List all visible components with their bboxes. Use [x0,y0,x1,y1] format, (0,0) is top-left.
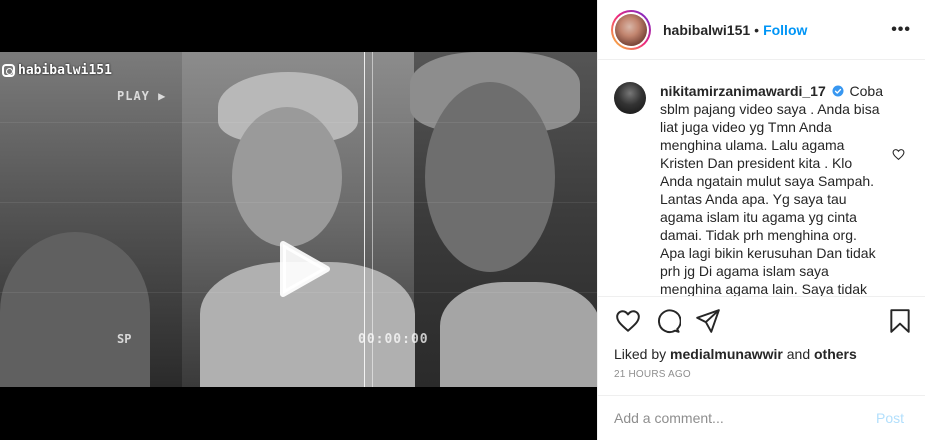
author-avatar-image [615,13,647,46]
action-icon-row [614,297,910,345]
play-button[interactable] [265,234,335,304]
comments-list[interactable]: nikitamirzanimawardi_17 Coba sblm pajang… [598,60,925,296]
watermark-text: habibalwi151 [18,63,112,78]
save-button[interactable] [886,307,914,335]
comment-like-button[interactable] [892,148,905,166]
author-avatar[interactable] [611,9,651,50]
share-icon [696,309,720,333]
post-header: habibalwi151 • Follow ••• [598,0,925,60]
video-figure-left [0,232,150,387]
play-icon [280,241,330,297]
heart-icon [616,310,640,332]
instagram-icon [2,64,15,77]
scan-line [0,202,597,203]
video-player[interactable]: habibalwi151 PLAY ▶ SP 00:00:00 [0,52,597,387]
more-options-button[interactable]: ••• [891,21,911,39]
commenter-avatar[interactable] [614,82,646,114]
like-button[interactable] [614,307,642,335]
comment-icon [658,309,681,334]
scan-line [0,122,597,123]
commenter-username[interactable]: nikitamirzanimawardi_17 [660,83,826,99]
add-comment-bar: Post [598,395,925,440]
vhs-play-label: PLAY ▶ [117,89,167,103]
header-separator: • [754,21,760,38]
liked-by-user[interactable]: medialmunawwir [670,346,783,362]
post-timestamp[interactable]: 21 HOURS AGO [614,369,910,380]
vhs-timecode: 00:00:00 [358,332,429,347]
video-figure-face [232,107,342,247]
bookmark-icon [890,309,910,333]
post-comment-button[interactable]: Post [876,410,904,426]
liked-by-prefix: Liked by [614,346,667,362]
comment-text: Coba sblm pajang video saya . Anda bisa … [660,83,883,296]
video-figure-body-right [440,282,597,387]
liked-by-others[interactable]: others [814,346,857,362]
follow-button[interactable]: Follow [763,22,807,38]
video-figure-face-right [425,82,555,272]
verified-badge-icon [832,85,844,97]
vhs-speed-label: SP [117,332,132,346]
share-button[interactable] [694,307,722,335]
author-username[interactable]: habibalwi151 [663,22,750,38]
post-actions: Liked by medialmunawwir and others 21 HO… [598,296,925,380]
likes-summary: Liked by medialmunawwir and others [614,345,910,363]
liked-by-and: and [786,346,811,362]
video-watermark: habibalwi151 [0,63,112,78]
comment-button[interactable] [654,307,682,335]
media-pane: habibalwi151 PLAY ▶ SP 00:00:00 [0,0,597,440]
heart-icon [892,149,905,161]
comment-input[interactable] [614,410,876,426]
post-side-panel: habibalwi151 • Follow ••• nikitamirzanim… [597,0,925,440]
comment-item: nikitamirzanimawardi_17 Coba sblm pajang… [660,82,884,296]
